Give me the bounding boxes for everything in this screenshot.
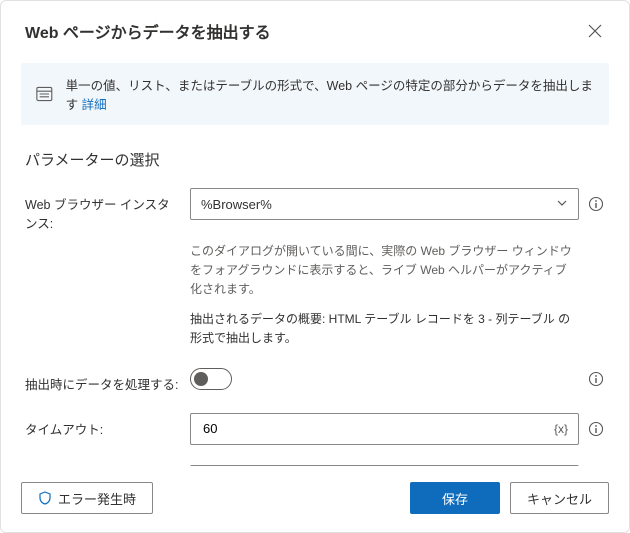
variable-picker-icon[interactable]: {x}: [548, 422, 568, 436]
cancel-button[interactable]: キャンセル: [510, 482, 609, 514]
banner-details-link[interactable]: 詳細: [82, 98, 107, 112]
info-icon[interactable]: [587, 370, 605, 388]
label-timeout: タイムアウト:: [25, 413, 180, 438]
close-button[interactable]: [581, 17, 609, 45]
save-button[interactable]: 保存: [410, 482, 500, 514]
label-browser-instance: Web ブラウザー インスタンス:: [25, 188, 180, 232]
timeout-input-wrapper: {x}: [190, 413, 579, 445]
row-save-mode: データ保存モード: Excel スプレッドシート: [25, 455, 605, 466]
on-error-button[interactable]: エラー発生時: [21, 482, 153, 514]
row-browser-instance: Web ブラウザー インスタンス: %Browser%: [25, 178, 605, 242]
extract-web-data-dialog: Web ページからデータを抽出する 単一の値、リスト、またはテーブルの形式で、W…: [0, 0, 630, 533]
browser-instance-value: %Browser%: [201, 197, 272, 212]
field-process-on-extract: [190, 368, 605, 390]
info-banner: 単一の値、リスト、またはテーブルの形式で、Web ページの特定の部分からデータを…: [21, 63, 609, 125]
cancel-label: キャンセル: [527, 489, 592, 508]
info-icon[interactable]: [587, 420, 605, 438]
field-timeout: {x}: [190, 413, 605, 445]
browser-instance-select[interactable]: %Browser%: [190, 188, 579, 220]
close-icon: [588, 24, 602, 38]
on-error-label: エラー発生時: [58, 489, 136, 508]
titlebar: Web ページからデータを抽出する: [1, 1, 629, 55]
chevron-down-icon: [556, 197, 568, 212]
save-label: 保存: [442, 489, 468, 508]
banner-text: 単一の値、リスト、またはテーブルの形式で、Web ページの特定の部分からデータを…: [66, 79, 593, 112]
row-timeout: タイムアウト: {x}: [25, 403, 605, 455]
process-on-extract-toggle[interactable]: [190, 368, 232, 390]
dialog-title: Web ページからデータを抽出する: [25, 19, 271, 43]
label-process-on-extract: 抽出時にデータを処理する:: [25, 368, 180, 393]
dialog-footer: エラー発生時 保存 キャンセル: [1, 466, 629, 532]
toggle-knob: [194, 372, 208, 386]
shield-icon: [38, 491, 52, 505]
browser-help-text-1: このダイアログが開いている間に、実際の Web ブラウザー ウィンドウをフォアグ…: [190, 242, 577, 310]
row-process-on-extract: 抽出時にデータを処理する:: [25, 358, 605, 403]
section-title: パラメーターの選択: [1, 137, 629, 174]
field-browser-instance: %Browser%: [190, 188, 605, 220]
info-icon[interactable]: [587, 195, 605, 213]
browser-help-text-2: 抽出されるデータの概要: HTML テーブル レコードを 3 - 列テーブル の…: [190, 310, 577, 358]
web-extract-icon: [35, 84, 54, 104]
timeout-input[interactable]: [201, 420, 548, 437]
info-banner-text: 単一の値、リスト、またはテーブルの形式で、Web ページの特定の部分からデータを…: [66, 75, 595, 113]
form-area: Web ブラウザー インスタンス: %Browser% このダイアログが開いてい…: [1, 174, 629, 466]
